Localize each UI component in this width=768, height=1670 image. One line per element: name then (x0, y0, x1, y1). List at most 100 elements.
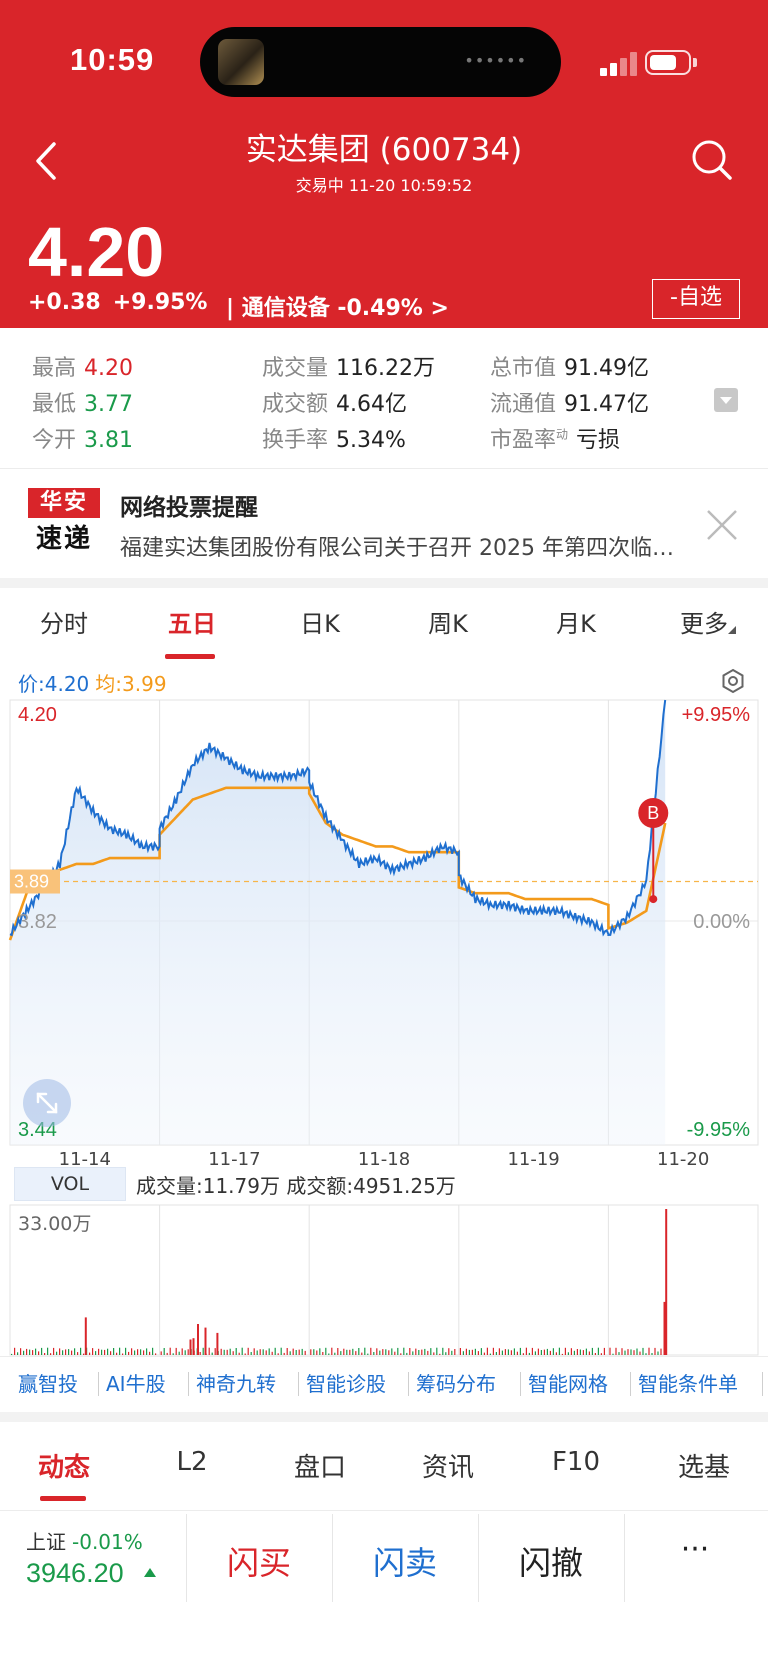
sector-link[interactable]: | 通信设备 -0.49% > (226, 290, 449, 322)
expand-stats-button[interactable] (714, 388, 738, 412)
volume-spike (204, 1327, 207, 1355)
volume-bar (570, 1348, 572, 1355)
volume-bar (32, 1350, 34, 1355)
volume-bar (337, 1348, 339, 1355)
tab-funds[interactable]: 选基 (640, 1447, 768, 1484)
notice-title[interactable]: 网络投票提醒 (120, 488, 258, 522)
volume-bar (208, 1347, 210, 1355)
tab-intraday[interactable]: 分时 (0, 604, 128, 639)
stock-title: 实达集团 (600734) (245, 132, 523, 168)
volume-bar (600, 1353, 602, 1355)
volume-bar (639, 1351, 641, 1355)
chart-settings-button[interactable] (720, 668, 746, 694)
stat-turnover-rate: 换手率 5.34% (262, 428, 406, 453)
volume-bar (116, 1352, 118, 1355)
tool-item[interactable]: 智能网格 (528, 1368, 608, 1397)
tab-news[interactable]: 资讯 (384, 1447, 512, 1484)
quote-header: 10:59 •••••• 实达集团 (600734) 交易中 11-20 10:… (0, 0, 768, 328)
battery-nub (693, 58, 697, 67)
volume-bar (322, 1352, 324, 1355)
volume-bar (331, 1347, 333, 1355)
volume-bar (528, 1352, 530, 1355)
price-chart[interactable]: 4.20 3.82 3.44 +9.95% 0.00% -9.95% 3.89 … (0, 695, 768, 1165)
news-logo-bottom: 速递 (35, 524, 92, 554)
volume-bar (412, 1351, 414, 1355)
tab-f10[interactable]: F10 (512, 1447, 640, 1477)
volume-bar (531, 1347, 533, 1355)
volume-spike (665, 1209, 668, 1355)
volume-bar (430, 1348, 432, 1355)
search-icon (692, 140, 732, 180)
stat-high: 最高 4.20 (32, 356, 133, 381)
ai-tools-bar: 赢智投 AI牛股 神奇九转 智能诊股 筹码分布 智能网格 智能条件单 (0, 1368, 768, 1404)
tab-daily-k[interactable]: 日K (256, 604, 384, 639)
stat-float-cap: 流通值 91.47亿 (490, 392, 649, 417)
volume-bar (567, 1352, 569, 1355)
volume-bar (47, 1347, 49, 1355)
tool-item[interactable]: 赢智投 (18, 1368, 78, 1397)
tab-more[interactable]: 更多 (640, 604, 768, 639)
volume-bar (603, 1347, 605, 1355)
volume-bar (292, 1348, 294, 1355)
up-arrow-icon (144, 1568, 156, 1577)
volume-bar (175, 1347, 177, 1355)
volume-bar (181, 1348, 183, 1355)
volume-bar (436, 1347, 438, 1355)
y-label-high: 4.20 (18, 704, 57, 726)
tool-item[interactable]: AI牛股 (106, 1368, 166, 1397)
volume-bar (328, 1353, 330, 1355)
tab-monthly-k[interactable]: 月K (512, 604, 640, 639)
more-options-button[interactable]: ··· (622, 1532, 768, 1567)
volume-bar (163, 1348, 165, 1355)
volume-bar (561, 1353, 563, 1355)
expand-chart-button[interactable] (23, 1079, 71, 1127)
volume-bar (579, 1349, 581, 1355)
volume-bar (280, 1347, 282, 1355)
notice-body[interactable]: 福建实达集团股份有限公司关于召开 2025 年第四次临时股东大会的通知 (120, 530, 680, 562)
volume-bar (304, 1350, 306, 1355)
volume-bar (525, 1347, 527, 1355)
tool-item[interactable]: 筹码分布 (416, 1368, 496, 1397)
volume-bar (642, 1347, 644, 1355)
volume-bar (187, 1349, 189, 1355)
watchlist-button[interactable]: -自选 (652, 279, 740, 319)
index-value[interactable]: 3946.20 (26, 1558, 124, 1589)
volume-bar (160, 1351, 162, 1355)
volume-bar (83, 1353, 85, 1355)
volume-bar (409, 1348, 411, 1355)
volume-bar (140, 1349, 142, 1355)
search-button[interactable] (690, 138, 734, 184)
quick-buy-button[interactable]: 闪买 (186, 1538, 332, 1584)
quick-cancel-button[interactable]: 闪撤 (478, 1538, 624, 1584)
volume-bar (594, 1353, 596, 1355)
volume-bar (445, 1352, 447, 1355)
tab-l2[interactable]: L2 (128, 1447, 256, 1477)
tab-order-book[interactable]: 盘口 (256, 1447, 384, 1484)
notice-close-button[interactable] (702, 505, 742, 545)
active-bottom-tab-indicator (40, 1496, 86, 1501)
tool-item[interactable]: 神奇九转 (196, 1368, 276, 1397)
price-change: +0.38 +9.95% (28, 290, 219, 315)
quick-sell-button[interactable]: 闪卖 (332, 1538, 478, 1584)
volume-bar (465, 1348, 467, 1355)
volume-bar (621, 1348, 623, 1355)
volume-bar (537, 1348, 539, 1355)
volume-bar (609, 1347, 611, 1355)
volume-bar (424, 1348, 426, 1355)
volume-bar (421, 1349, 423, 1355)
indicator-selector[interactable]: VOL (14, 1167, 126, 1201)
volume-bar (23, 1350, 25, 1355)
tool-item[interactable]: 智能条件单 (638, 1368, 738, 1397)
volume-bar (519, 1347, 521, 1355)
index-summary[interactable]: 上证 -0.01% (26, 1526, 143, 1555)
tab-feed[interactable]: 动态 (0, 1447, 128, 1484)
tab-weekly-k[interactable]: 周K (384, 604, 512, 639)
volume-bar (379, 1350, 381, 1355)
tool-item[interactable]: 智能诊股 (306, 1368, 386, 1397)
volume-bar (107, 1348, 109, 1355)
volume-bar (391, 1348, 393, 1355)
volume-chart[interactable]: 33.00万 (0, 1200, 768, 1360)
volume-bar (633, 1350, 635, 1355)
tab-five-day[interactable]: 五日 (128, 604, 256, 639)
volume-bar (20, 1348, 22, 1355)
